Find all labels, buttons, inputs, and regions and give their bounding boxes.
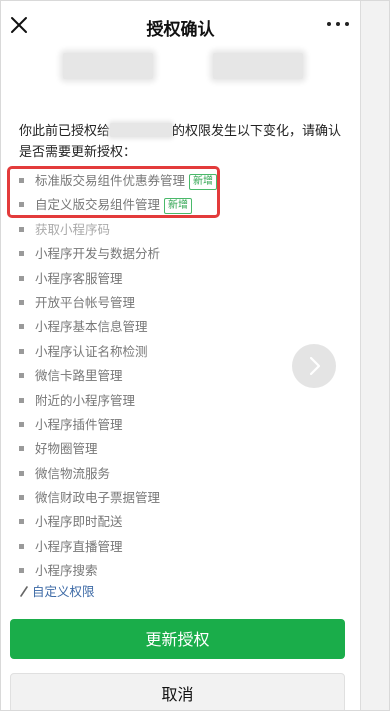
bullet-icon: [19, 421, 24, 427]
update-auth-button[interactable]: 更新授权: [10, 619, 345, 659]
permission-label: 小程序直播管理: [35, 538, 123, 554]
permission-item: 好物圈管理: [19, 437, 349, 461]
permission-label: 小程序开发与数据分析: [35, 246, 161, 262]
bullet-icon: [19, 397, 24, 403]
bullet-icon: [19, 275, 24, 281]
bullet-icon: [19, 348, 24, 354]
bullet-icon: [19, 299, 24, 305]
permission-item: 小程序搜索: [19, 559, 349, 583]
next-arrow-button[interactable]: [292, 344, 336, 388]
cancel-button[interactable]: 取消: [10, 673, 345, 710]
page-title: 授权确认: [146, 20, 215, 40]
permission-item: 微信财政电子票据管理: [19, 486, 349, 510]
permission-label: 小程序搜索: [35, 563, 98, 579]
permission-item: 附近的小程序管理: [19, 389, 349, 413]
blurred-app-icon-right: [213, 53, 303, 79]
blurred-app-name: [110, 123, 173, 137]
permission-item: 小程序客服管理: [19, 267, 349, 291]
permission-label: 获取小程序码: [35, 221, 111, 237]
permission-label: 小程序认证名称检测: [35, 343, 148, 359]
permission-label: 小程序基本信息管理: [35, 319, 148, 335]
intro-text: 你此前已授权给 的权限发生以下变化，请确认是否需要更新授权：: [19, 121, 354, 163]
permission-item: 小程序基本信息管理: [19, 315, 349, 339]
bullet-icon: [19, 568, 24, 574]
navigation-bar: 授权确认: [1, 1, 360, 53]
permission-label: 小程序即时配送: [35, 514, 123, 530]
highlight-box: [7, 166, 220, 218]
bullet-icon: [19, 373, 24, 379]
bullet-icon: [19, 470, 24, 476]
permission-label: 好物圈管理: [35, 441, 98, 457]
permission-item: 小程序插件管理: [19, 413, 349, 437]
bullet-icon: [19, 543, 24, 549]
more-dots-icon[interactable]: [327, 19, 351, 29]
permission-item: 微信物流服务: [19, 462, 349, 486]
permission-item: 获取小程序码: [19, 218, 349, 242]
permission-item: 小程序开发与数据分析: [19, 242, 349, 266]
permission-label: 微信卡路里管理: [35, 368, 123, 384]
permission-label: 开放平台帐号管理: [35, 294, 136, 310]
blurred-app-icon-left: [63, 53, 153, 79]
side-panel: [360, 1, 389, 710]
bullet-icon: [19, 446, 24, 452]
bullet-icon: [19, 226, 24, 232]
intro-text-before: 你此前已授权给: [19, 124, 111, 139]
permission-item: 开放平台帐号管理: [19, 291, 349, 315]
permission-label: 附近的小程序管理: [35, 392, 136, 408]
permission-item: 小程序即时配送: [19, 510, 349, 534]
permission-label: 小程序客服管理: [35, 270, 123, 286]
permission-label: 微信物流服务: [35, 465, 111, 481]
bullet-icon: [19, 495, 24, 501]
permission-item: 小程序直播管理: [19, 535, 349, 559]
permission-label: 小程序插件管理: [35, 416, 123, 432]
chevron-right-icon: [309, 356, 321, 376]
pencil-icon: [20, 586, 28, 597]
bullet-icon: [19, 324, 24, 330]
auth-confirm-page: 授权确认 你此前已授权给 的权限发生以下变化，请确认是否需要更新授权： 标准版交易…: [1, 1, 389, 710]
bullet-icon: [19, 251, 24, 257]
custom-permission-label: 自定义权限: [32, 584, 95, 599]
custom-permission-link[interactable]: 自定义权限: [19, 583, 95, 601]
bullet-icon: [19, 519, 24, 525]
permission-label: 微信财政电子票据管理: [35, 490, 161, 506]
